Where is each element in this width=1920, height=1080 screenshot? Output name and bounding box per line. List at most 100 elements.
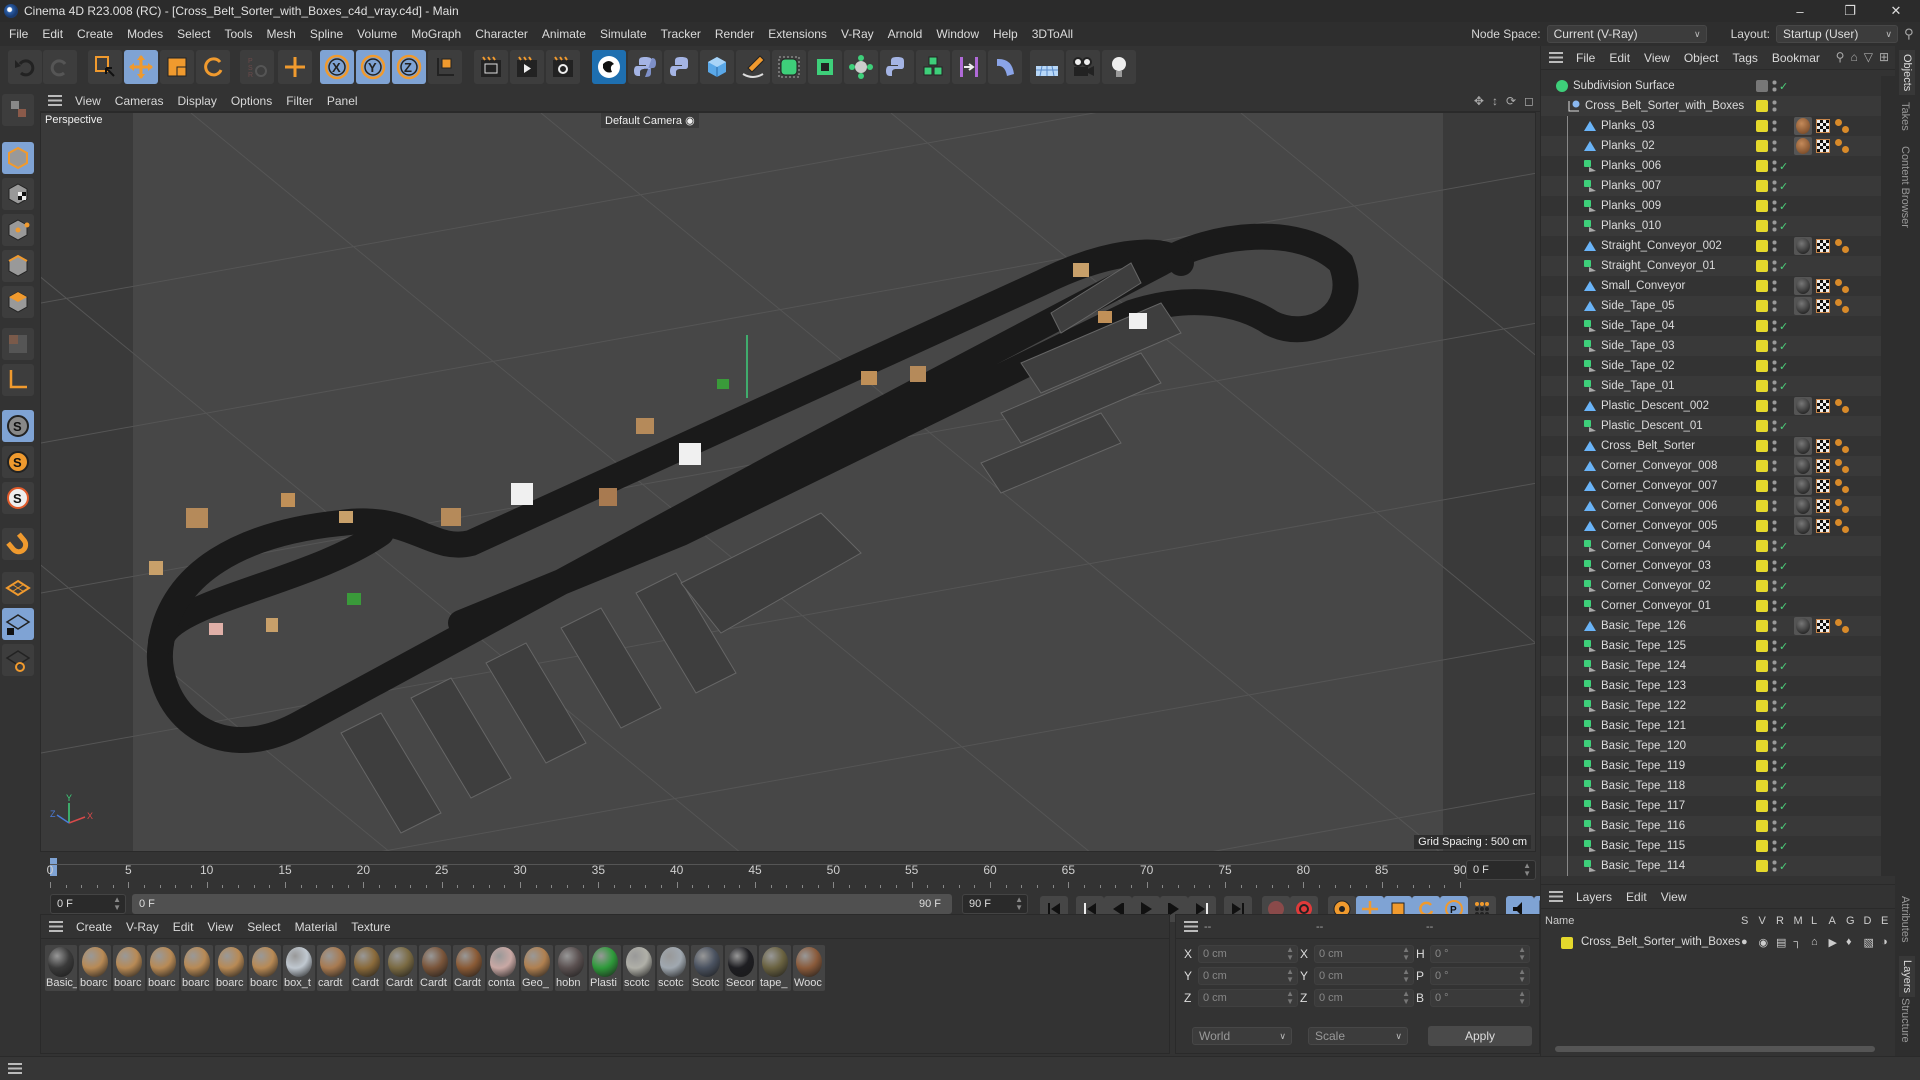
layer-color-swatch[interactable] (1756, 640, 1768, 652)
layer-color-swatch[interactable] (1756, 480, 1768, 492)
enabled-check-icon[interactable]: ✓ (1779, 720, 1788, 733)
visibility-dots-icon[interactable] (1772, 159, 1777, 173)
menu-tools[interactable]: Tools (217, 27, 259, 41)
layer-color-swatch[interactable] (1756, 240, 1768, 252)
layer-color-swatch[interactable] (1756, 300, 1768, 312)
make-editable-button[interactable] (2, 94, 34, 126)
object-name[interactable]: Basic_Tepe_125 (1601, 640, 1686, 652)
object-row[interactable]: Side_Tape_05 (1541, 296, 1881, 316)
visibility-dots-icon[interactable] (1772, 579, 1777, 593)
redo-button[interactable] (43, 50, 77, 84)
layer-color-swatch[interactable] (1756, 660, 1768, 672)
material-swatch[interactable]: boarc (79, 945, 111, 991)
hamburger-menu-icon[interactable] (48, 95, 62, 106)
material-tag-icon[interactable] (1794, 297, 1812, 315)
solo-hierarchy-button[interactable]: S (2, 482, 34, 514)
vertex-map-tag-icon[interactable] (1834, 118, 1850, 134)
enabled-check-icon[interactable]: ✓ (1779, 840, 1788, 853)
layer-color-swatch[interactable] (1756, 620, 1768, 632)
enabled-check-icon[interactable]: ✓ (1779, 260, 1788, 273)
solo-button[interactable]: S (2, 410, 34, 442)
object-row[interactable]: Basic_Tepe_119 ✓ (1541, 756, 1881, 776)
visibility-dots-icon[interactable] (1772, 439, 1777, 453)
object-name[interactable]: Basic_Tepe_120 (1601, 740, 1686, 752)
vertex-map-tag-icon[interactable] (1834, 298, 1850, 314)
render-view-button[interactable] (510, 50, 544, 84)
object-name[interactable]: Basic_Tepe_115 (1601, 840, 1685, 852)
menu-extensions[interactable]: Extensions (761, 27, 834, 41)
scale-tool-button[interactable] (160, 50, 194, 84)
spinner-icon[interactable]: ▲ ▼ (1402, 968, 1410, 984)
material-menu-select[interactable]: Select (240, 920, 287, 934)
enabled-check-icon[interactable]: ✓ (1779, 180, 1788, 193)
floor-button[interactable] (1030, 50, 1064, 84)
object-name[interactable]: Basic_Tepe_117 (1601, 800, 1685, 812)
material-tag-icon[interactable] (1794, 397, 1812, 415)
viewport-menu-view[interactable]: View (68, 94, 108, 108)
visibility-dots-icon[interactable] (1772, 599, 1777, 613)
object-row[interactable]: Corner_Conveyor_01 ✓ (1541, 596, 1881, 616)
layer-color-swatch[interactable] (1756, 400, 1768, 412)
object-row[interactable]: Side_Tape_04 ✓ (1541, 316, 1881, 336)
visibility-dots-icon[interactable] (1772, 279, 1777, 293)
menu-mograph[interactable]: MoGraph (404, 27, 468, 41)
viewport-menu-filter[interactable]: Filter (279, 94, 320, 108)
object-row[interactable]: Planks_02 (1541, 136, 1881, 156)
visibility-dots-icon[interactable] (1772, 559, 1777, 573)
object-name[interactable]: Basic_Tepe_123 (1601, 680, 1686, 692)
object-row[interactable]: Subdivision Surface ✓ (1541, 76, 1881, 96)
object-name[interactable]: Small_Conveyor (1601, 280, 1685, 292)
object-row[interactable]: Plastic_Descent_01 ✓ (1541, 416, 1881, 436)
visibility-dots-icon[interactable] (1772, 339, 1777, 353)
object-row[interactable]: Side_Tape_01 ✓ (1541, 376, 1881, 396)
material-swatch[interactable]: Plasti (589, 945, 621, 991)
spinner-icon[interactable]: ▲ ▼ (1518, 990, 1526, 1006)
uvw-tag-icon[interactable] (1816, 439, 1830, 453)
object-row[interactable]: Corner_Conveyor_03 ✓ (1541, 556, 1881, 576)
enabled-check-icon[interactable]: ✓ (1779, 580, 1788, 593)
visibility-dots-icon[interactable] (1772, 239, 1777, 253)
animation-icon[interactable]: ▶ (1829, 936, 1837, 949)
visibility-dots-icon[interactable] (1772, 639, 1777, 653)
menu-character[interactable]: Character (468, 27, 535, 41)
material-swatch[interactable]: tape_ (759, 945, 791, 991)
zoom-view-icon[interactable]: ↕ (1492, 94, 1498, 108)
menu-volume[interactable]: Volume (350, 27, 404, 41)
hamburger-menu-icon[interactable] (1549, 891, 1563, 902)
layer-color-swatch[interactable] (1756, 740, 1768, 752)
layer-color-swatch[interactable] (1756, 720, 1768, 732)
object-name[interactable]: Side_Tape_05 (1601, 300, 1675, 312)
spinner-icon[interactable]: ▲ ▼ (1402, 946, 1410, 962)
spinner-icon[interactable]: ▲ ▼ (1518, 968, 1526, 984)
solo-icon[interactable]: ● (1741, 936, 1748, 948)
object-row[interactable]: Basic_Tepe_122 ✓ (1541, 696, 1881, 716)
enabled-check-icon[interactable]: ✓ (1779, 200, 1788, 213)
object-row[interactable]: Basic_Tepe_121 ✓ (1541, 716, 1881, 736)
coordinate-space-select[interactable]: World ∨ (1192, 1027, 1292, 1045)
3d-viewport[interactable]: Perspective Default Camera ◉ Grid Spacin… (40, 112, 1536, 852)
layer-color-swatch[interactable] (1756, 380, 1768, 392)
object-name[interactable]: Subdivision Surface (1573, 80, 1675, 92)
material-tag-icon[interactable] (1794, 277, 1812, 295)
coord-field-x[interactable]: 0 cm ▲ ▼ (1314, 945, 1414, 963)
new-window-icon[interactable]: ⊞ (1879, 50, 1889, 64)
layer-color-swatch[interactable] (1756, 500, 1768, 512)
object-name[interactable]: Basic_Tepe_119 (1601, 760, 1685, 772)
layer-color-swatch[interactable] (1756, 360, 1768, 372)
object-row[interactable]: Small_Conveyor (1541, 276, 1881, 296)
menu-select[interactable]: Select (170, 27, 217, 41)
menu-spline[interactable]: Spline (303, 27, 350, 41)
layer-color-swatch[interactable] (1756, 140, 1768, 152)
object-list-scrollbar[interactable] (1881, 76, 1895, 876)
layer-color-swatch[interactable] (1756, 580, 1768, 592)
object-name[interactable]: Plastic_Descent_01 (1601, 420, 1703, 432)
move-view-icon[interactable]: ✥ (1474, 94, 1484, 108)
material-swatch[interactable]: boarc (249, 945, 281, 991)
object-row[interactable]: Basic_Tepe_115 ✓ (1541, 836, 1881, 856)
manager-icon[interactable]: ┐ (1794, 936, 1802, 948)
world-coordinate-button[interactable] (428, 50, 462, 84)
object-row[interactable]: Planks_010 ✓ (1541, 216, 1881, 236)
uvw-tag-icon[interactable] (1816, 519, 1830, 533)
object-name[interactable]: Basic_Tepe_121 (1601, 720, 1686, 732)
solo-single-button[interactable]: S (2, 446, 34, 478)
